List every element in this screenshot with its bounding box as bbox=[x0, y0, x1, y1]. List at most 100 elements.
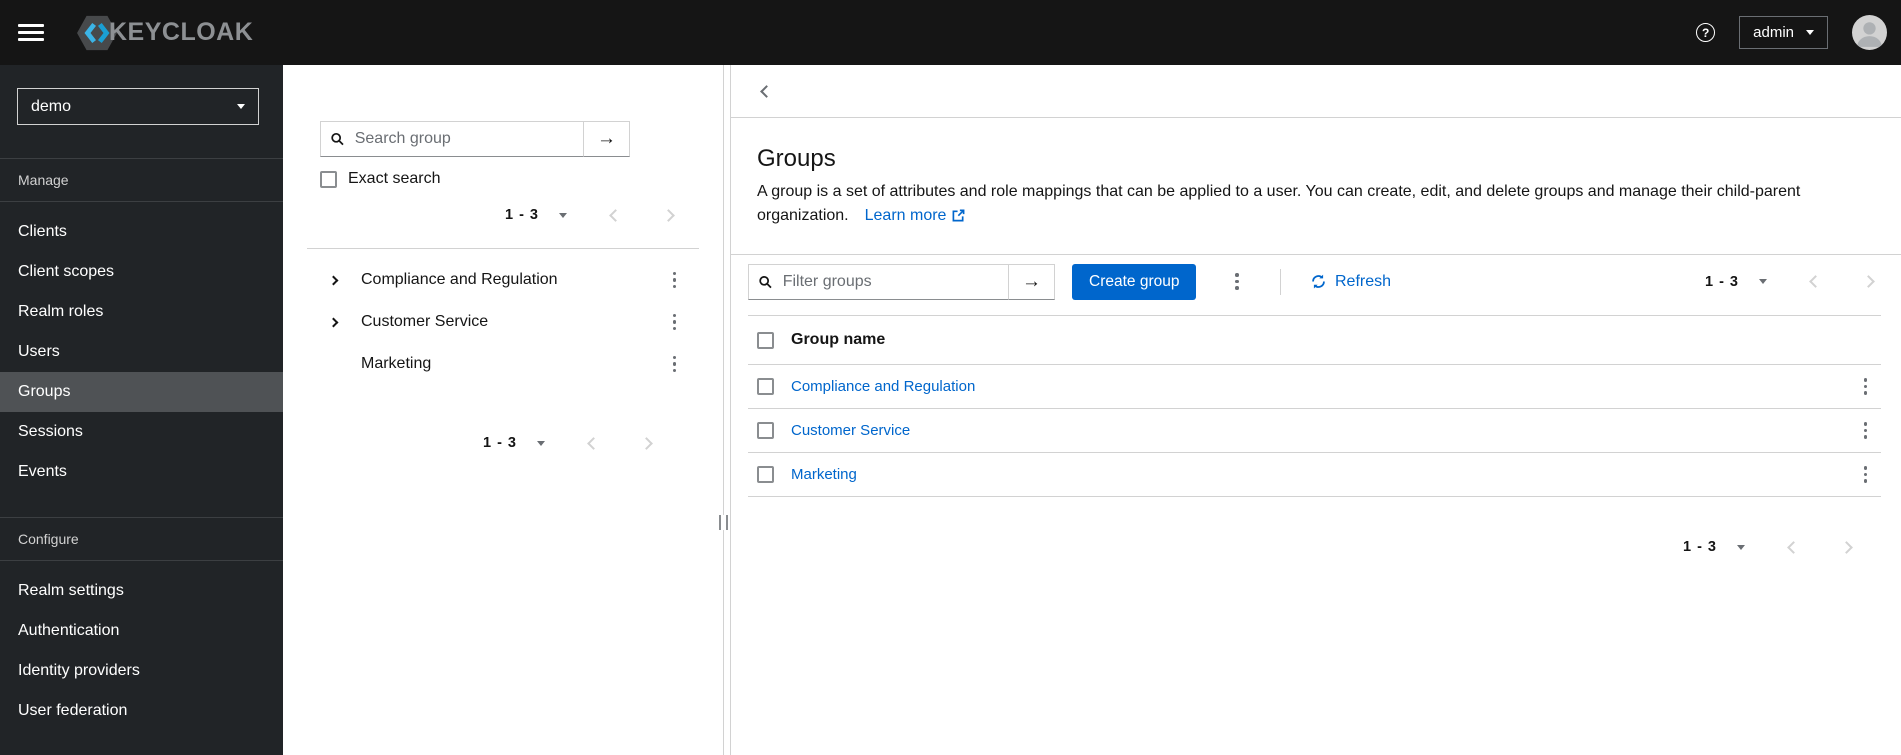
expand-toggle-icon[interactable] bbox=[325, 275, 341, 285]
groups-table: Group name Compliance and Regulation Cus… bbox=[748, 315, 1881, 497]
tree-item-label[interactable]: Marketing bbox=[361, 355, 670, 373]
brand-text: KEYCLOAK bbox=[109, 18, 254, 46]
user-dropdown-label: admin bbox=[1753, 24, 1794, 41]
group-link[interactable]: Marketing bbox=[791, 466, 857, 483]
chevron-down-icon[interactable] bbox=[559, 212, 567, 218]
tree-item: Marketing bbox=[283, 343, 723, 385]
tree-pagination-top: 1 - 3 bbox=[283, 197, 723, 233]
filter-groups-box bbox=[748, 263, 1009, 300]
tree-item-label[interactable]: Compliance and Regulation bbox=[361, 271, 670, 289]
kebab-menu-icon[interactable] bbox=[670, 311, 680, 334]
sidebar-item-groups[interactable]: Groups bbox=[0, 372, 283, 412]
user-dropdown[interactable]: admin bbox=[1739, 16, 1828, 49]
chevron-down-icon[interactable] bbox=[1759, 279, 1767, 284]
sidebar-item-identity-providers[interactable]: Identity providers bbox=[0, 651, 283, 691]
tree-item: Customer Service bbox=[283, 301, 723, 343]
row-checkbox[interactable] bbox=[757, 378, 774, 395]
group-search-submit-button[interactable]: → bbox=[583, 121, 630, 157]
masthead: KEYCLOAK ? admin bbox=[0, 0, 1901, 65]
back-button[interactable] bbox=[758, 83, 775, 100]
refresh-label: Refresh bbox=[1334, 272, 1392, 290]
previous-page-button[interactable] bbox=[587, 436, 600, 450]
table-row: Customer Service bbox=[748, 409, 1881, 453]
table-pagination-bottom: 1 - 3 bbox=[748, 529, 1881, 565]
learn-more-label: Learn more bbox=[864, 207, 947, 224]
pagination-range[interactable]: 1 - 3 bbox=[1705, 274, 1739, 290]
previous-page-button[interactable] bbox=[609, 208, 622, 222]
realm-selector-value: demo bbox=[31, 97, 72, 115]
realm-selector[interactable]: demo bbox=[17, 88, 259, 125]
group-link[interactable]: Compliance and Regulation bbox=[791, 378, 975, 395]
learn-more-link[interactable]: Learn more bbox=[865, 207, 966, 224]
chevron-down-icon[interactable] bbox=[537, 440, 545, 446]
sidebar-item-realm-roles[interactable]: Realm roles bbox=[0, 292, 283, 332]
row-checkbox[interactable] bbox=[757, 422, 774, 439]
pagination-range[interactable]: 1 - 3 bbox=[483, 435, 517, 451]
sidebar-item-user-federation[interactable]: User federation bbox=[0, 691, 283, 731]
toolbar-kebab-menu-icon[interactable] bbox=[1232, 270, 1242, 293]
expand-toggle-icon[interactable] bbox=[325, 317, 341, 327]
previous-page-button[interactable] bbox=[1787, 540, 1800, 554]
pagination-range[interactable]: 1 - 3 bbox=[505, 207, 539, 223]
nav-section-title-manage: Manage bbox=[0, 158, 283, 202]
chevron-down-icon bbox=[237, 104, 245, 109]
row-kebab-menu-icon[interactable] bbox=[1861, 419, 1871, 442]
sidebar-item-realm-settings[interactable]: Realm settings bbox=[0, 571, 283, 611]
sidebar-item-users[interactable]: Users bbox=[0, 332, 283, 372]
filter-groups-input[interactable] bbox=[780, 271, 998, 292]
column-header-group-name: Group name bbox=[791, 331, 886, 348]
avatar[interactable] bbox=[1852, 15, 1887, 50]
group-link[interactable]: Customer Service bbox=[791, 422, 910, 439]
keycloak-logo: KEYCLOAK bbox=[76, 14, 253, 52]
panel-resize-handle[interactable] bbox=[719, 515, 728, 530]
table-header-row: Group name bbox=[748, 316, 1881, 365]
next-page-button[interactable] bbox=[1840, 540, 1853, 554]
chevron-down-icon[interactable] bbox=[1737, 544, 1745, 550]
search-icon bbox=[331, 132, 344, 146]
tree-item: Compliance and Regulation bbox=[283, 259, 723, 301]
help-icon[interactable]: ? bbox=[1696, 23, 1716, 42]
sidebar-nav: demo Manage Clients Client scopes Realm … bbox=[0, 65, 283, 755]
next-page-button[interactable] bbox=[1862, 275, 1875, 288]
select-all-checkbox[interactable] bbox=[757, 331, 774, 349]
table-toolbar: → Create group Refresh 1 - 3 bbox=[748, 263, 1881, 300]
exact-search-label: Exact search bbox=[348, 170, 441, 187]
main-content: Groups A group is a set of attributes an… bbox=[730, 65, 1901, 755]
row-kebab-menu-icon[interactable] bbox=[1861, 463, 1871, 486]
group-tree: Compliance and Regulation Customer Servi… bbox=[283, 259, 723, 385]
tree-item-label[interactable]: Customer Service bbox=[361, 313, 670, 331]
previous-page-button[interactable] bbox=[1809, 275, 1822, 288]
group-tree-panel: → Exact search 1 - 3 Compliance and Regu… bbox=[283, 65, 728, 755]
sidebar-item-clients[interactable]: Clients bbox=[0, 212, 283, 252]
exact-search-checkbox[interactable] bbox=[320, 170, 337, 188]
toolbar-divider bbox=[1279, 268, 1281, 295]
sidebar-item-events[interactable]: Events bbox=[0, 452, 283, 492]
external-link-icon bbox=[953, 209, 965, 222]
tree-pagination-bottom: 1 - 3 bbox=[283, 425, 723, 461]
nav-section-title-configure: Configure bbox=[0, 517, 283, 561]
next-page-button[interactable] bbox=[640, 436, 653, 450]
refresh-button[interactable]: Refresh bbox=[1311, 273, 1391, 291]
search-icon bbox=[759, 275, 772, 288]
kebab-menu-icon[interactable] bbox=[670, 269, 680, 292]
table-row: Compliance and Regulation bbox=[748, 365, 1881, 409]
user-silhouette-icon bbox=[1857, 22, 1882, 47]
kebab-menu-icon[interactable] bbox=[670, 353, 680, 376]
sidebar-item-authentication[interactable]: Authentication bbox=[0, 611, 283, 651]
page-title: Groups bbox=[757, 145, 836, 172]
divider bbox=[307, 248, 699, 249]
table-row: Marketing bbox=[748, 453, 1881, 497]
next-page-button[interactable] bbox=[662, 208, 675, 222]
sidebar-item-sessions[interactable]: Sessions bbox=[0, 412, 283, 452]
row-checkbox[interactable] bbox=[757, 466, 774, 483]
sidebar-item-client-scopes[interactable]: Client scopes bbox=[0, 252, 283, 292]
row-kebab-menu-icon[interactable] bbox=[1861, 375, 1871, 398]
group-search-box bbox=[320, 121, 584, 157]
refresh-icon bbox=[1312, 274, 1325, 289]
create-group-button[interactable]: Create group bbox=[1072, 263, 1197, 300]
pagination-range[interactable]: 1 - 3 bbox=[1683, 539, 1717, 555]
hamburger-menu-icon[interactable] bbox=[18, 22, 44, 43]
filter-groups-submit-button[interactable]: → bbox=[1008, 263, 1055, 300]
chevron-down-icon bbox=[1806, 30, 1814, 35]
group-search-input[interactable] bbox=[352, 129, 573, 149]
